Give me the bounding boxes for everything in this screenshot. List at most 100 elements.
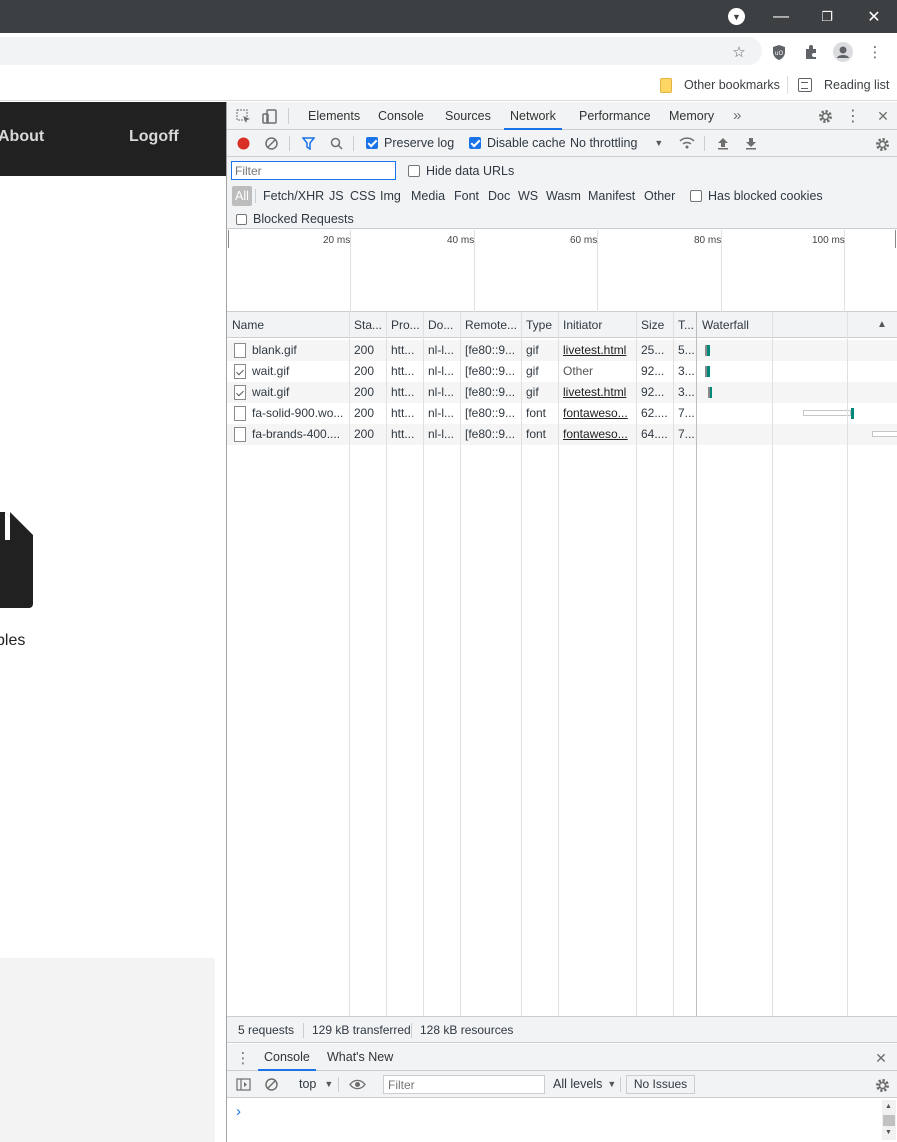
settings-gear-icon[interactable] [817, 108, 833, 124]
filter-input[interactable] [231, 161, 396, 180]
type-filter-js[interactable]: JS [326, 186, 347, 206]
filter-funnel-icon[interactable] [301, 136, 315, 150]
column-name[interactable]: Name [232, 312, 347, 338]
nav-about-link[interactable]: About [0, 128, 44, 146]
disable-cache-checkbox[interactable]: Disable cache [469, 136, 566, 150]
scrollbar-thumb[interactable] [883, 1115, 895, 1126]
drawer-tab-console[interactable]: Console [258, 1044, 316, 1071]
restore-button[interactable]: ❐ [804, 0, 850, 33]
waterfall-bar[interactable] [872, 431, 897, 437]
drawer-tab-whats-new[interactable]: What's New [321, 1044, 399, 1071]
tab-memory[interactable]: Memory [663, 102, 720, 130]
column-time[interactable]: T... [678, 312, 696, 338]
blocked-requests-checkbox[interactable]: Blocked Requests [236, 212, 354, 226]
console-settings-gear-icon[interactable] [874, 1077, 890, 1093]
live-expression-eye-icon[interactable] [348, 1077, 366, 1092]
column-status[interactable]: Sta... [354, 312, 386, 338]
nav-logoff-link[interactable]: Logoff [129, 128, 179, 146]
column-size[interactable]: Size [641, 312, 673, 338]
hide-data-urls-check[interactable] [408, 165, 420, 177]
cell-initiator[interactable]: fontaweso... [563, 403, 635, 424]
profile-avatar-icon[interactable] [832, 41, 854, 63]
waterfall-bar[interactable] [851, 408, 854, 419]
tab-elements[interactable]: Elements [302, 102, 366, 130]
type-filter-css[interactable]: CSS [347, 186, 379, 206]
tab-console[interactable]: Console [372, 102, 430, 130]
blocked-requests-check[interactable] [236, 213, 247, 225]
console-sidebar-icon[interactable] [235, 1077, 251, 1092]
samples-label[interactable]: ples [0, 632, 25, 650]
log-levels-select[interactable]: All levels ▼ [553, 1077, 616, 1091]
cell-initiator[interactable]: fontaweso... [563, 424, 635, 445]
column-waterfall[interactable]: Waterfall [702, 312, 822, 338]
devtools-menu-icon[interactable]: ⋮ [845, 108, 861, 125]
search-icon[interactable] [329, 136, 343, 150]
preserve-log-checkbox[interactable]: Preserve log [366, 136, 454, 150]
column-remote-address[interactable]: Remote... [465, 312, 521, 338]
column-protocol[interactable]: Pro... [391, 312, 423, 338]
context-select[interactable]: top ▼ [299, 1077, 333, 1091]
waterfall-bar[interactable] [710, 387, 712, 398]
request-name[interactable]: blank.gif [252, 340, 347, 361]
column-initiator[interactable]: Initiator [563, 312, 635, 338]
throttling-select[interactable]: No throttling ▼ [570, 136, 663, 150]
table-row[interactable]: fa-solid-900.wo... 200 htt... nl-l... [fe80:… [227, 403, 897, 424]
scroll-down-icon[interactable]: ▼ [885, 1129, 892, 1136]
type-filter-doc[interactable]: Doc [485, 186, 513, 206]
extensions-puzzle-icon[interactable] [800, 41, 822, 63]
tab-sources[interactable]: Sources [439, 102, 497, 130]
browser-menu-icon[interactable]: ⋮ [864, 41, 886, 63]
reading-list-button[interactable]: Reading list [798, 76, 889, 94]
tab-network[interactable]: Network [504, 102, 562, 130]
column-domain[interactable]: Do... [428, 312, 460, 338]
type-filter-other[interactable]: Other [641, 186, 678, 206]
console-prompt-icon[interactable]: › [236, 1103, 241, 1120]
table-row[interactable]: blank.gif 200 htt... nl-l... [fe80::9... gif l… [227, 340, 897, 361]
clear-icon[interactable] [264, 136, 278, 150]
column-type[interactable]: Type [526, 312, 558, 338]
network-overview-timeline[interactable]: 20 ms 40 ms 60 ms 80 ms 100 ms [227, 230, 897, 312]
drawer-menu-icon[interactable]: ⋮ [236, 1050, 251, 1067]
type-filter-ws[interactable]: WS [515, 186, 541, 206]
type-filter-media[interactable]: Media [408, 186, 448, 206]
console-scrollbar[interactable]: ▲ ▼ [882, 1100, 896, 1140]
request-name[interactable]: wait.gif [252, 382, 347, 403]
more-tabs-icon[interactable]: » [727, 102, 747, 130]
request-name[interactable]: fa-solid-900.wo... [252, 403, 347, 424]
network-conditions-icon[interactable] [679, 136, 695, 150]
record-icon[interactable] [236, 136, 250, 150]
document-icon[interactable] [0, 512, 33, 608]
waterfall-bar[interactable] [803, 410, 851, 416]
overview-right-handle[interactable] [895, 230, 896, 248]
type-filter-manifest[interactable]: Manifest [585, 186, 638, 206]
cell-initiator[interactable]: livetest.html [563, 340, 635, 361]
disable-cache-check[interactable] [469, 137, 481, 149]
ublock-extension-icon[interactable]: uO [768, 41, 790, 63]
tab-search-icon[interactable]: ▼ [728, 8, 745, 25]
has-blocked-cookies-check[interactable] [690, 190, 702, 202]
waterfall-bar[interactable] [707, 366, 710, 377]
table-row[interactable]: fa-brands-400.... 200 htt... nl-l... [fe80::… [227, 424, 897, 445]
request-name[interactable]: wait.gif [252, 361, 347, 382]
device-toolbar-icon[interactable] [261, 108, 277, 124]
tab-performance[interactable]: Performance [573, 102, 657, 130]
minimize-button[interactable]: — [758, 0, 804, 33]
sort-ascending-icon[interactable]: ▲ [877, 312, 889, 338]
type-filter-fetch-xhr[interactable]: Fetch/XHR [260, 186, 327, 206]
export-har-icon[interactable] [744, 136, 758, 150]
issues-button[interactable]: No Issues [626, 1075, 695, 1094]
console-clear-icon[interactable] [264, 1077, 278, 1091]
console-filter-input[interactable] [383, 1075, 545, 1094]
close-devtools-icon[interactable]: ✕ [875, 108, 891, 124]
close-drawer-icon[interactable]: ✕ [873, 1050, 889, 1066]
preserve-log-check[interactable] [366, 137, 378, 149]
request-name[interactable]: fa-brands-400.... [252, 424, 347, 445]
import-har-icon[interactable] [716, 136, 730, 150]
overview-left-handle[interactable] [228, 230, 229, 248]
network-settings-gear-icon[interactable] [874, 136, 890, 152]
close-window-button[interactable]: ✕ [851, 0, 897, 33]
console-output[interactable]: › ▲ ▼ [227, 1098, 897, 1142]
type-filter-img[interactable]: Img [377, 186, 404, 206]
type-filter-font[interactable]: Font [451, 186, 482, 206]
address-bar[interactable] [0, 37, 762, 65]
